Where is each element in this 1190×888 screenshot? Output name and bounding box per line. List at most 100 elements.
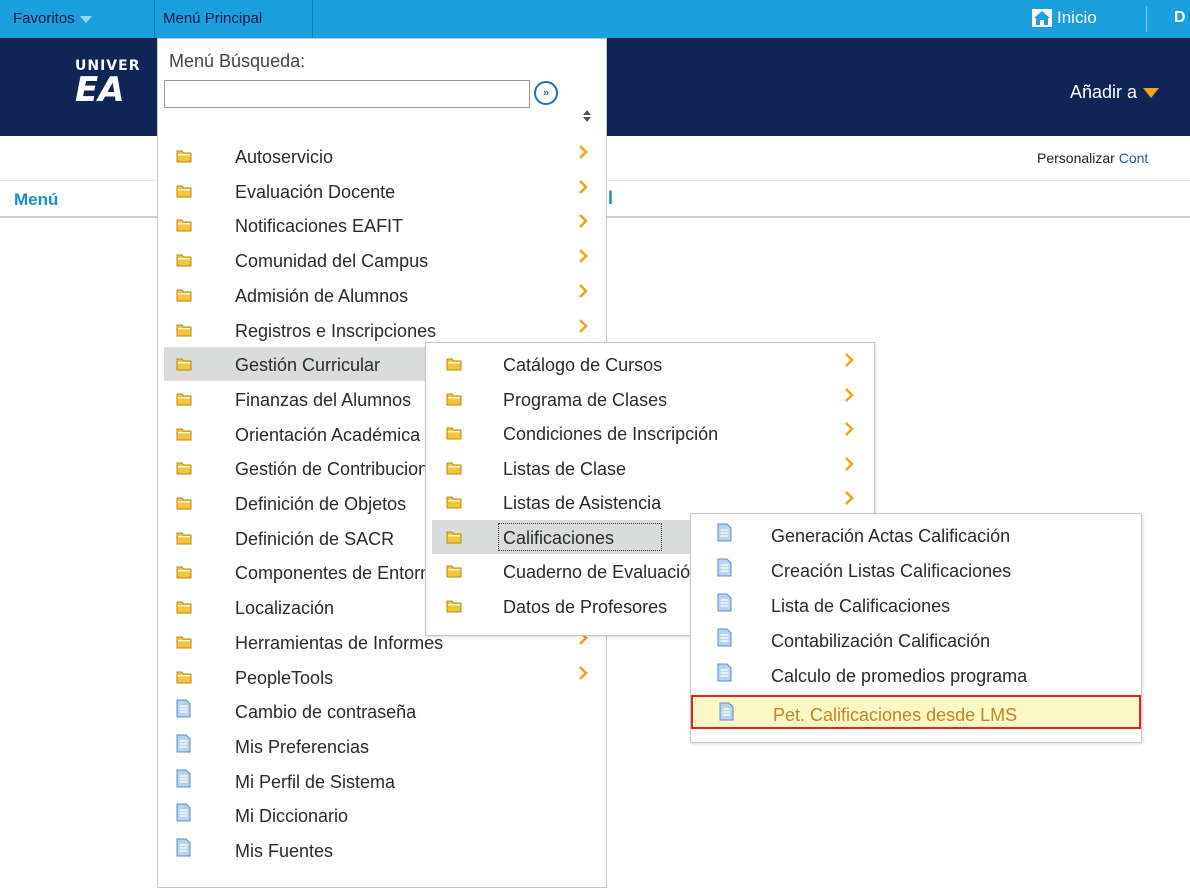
- menu-item-label: Definición de Objetos: [235, 494, 407, 514]
- pagelet-title-fragment: l: [608, 188, 614, 208]
- chevron-right-icon: [578, 318, 588, 339]
- menu-item-mis-preferencias[interactable]: Mis Preferencias: [164, 729, 600, 763]
- menu-item-label: Lista de Calificaciones: [771, 596, 951, 616]
- page-icon: [717, 593, 732, 617]
- university-logo: UNIVER EA: [75, 58, 140, 110]
- page-icon: [176, 769, 191, 793]
- folder-icon: [176, 216, 192, 237]
- menu-item-programa-de-clases[interactable]: Programa de Clases: [432, 382, 868, 416]
- menu-item-autoservicio[interactable]: Autoservicio: [164, 139, 600, 173]
- page-icon: [719, 702, 734, 726]
- page-icon: [717, 628, 732, 652]
- menu-item-creacion-listas-calificaciones[interactable]: Creación Listas Calificaciones: [697, 553, 1133, 587]
- menu-item-label: Mi Perfil de Sistema: [235, 771, 396, 792]
- menu-item-cambio-de-contrasena[interactable]: Cambio de contraseña: [164, 694, 600, 728]
- menu-item-pet-calificaciones-desde-lms[interactable]: Pet. Calificaciones desde LMS: [691, 695, 1141, 729]
- logo-text-bottom: EA: [75, 70, 125, 110]
- page-icon: [176, 734, 191, 758]
- folder-icon: [446, 528, 462, 549]
- page-icon: [717, 663, 732, 687]
- chevron-right-icon: [844, 387, 854, 408]
- menu-item-label: Mis Preferencias: [235, 736, 370, 757]
- page-icon: [176, 699, 191, 723]
- menu-item-label: Pet. Calificaciones desde LMS: [773, 705, 1018, 725]
- folder-icon: [446, 562, 462, 583]
- folder-icon: [446, 459, 462, 480]
- menu-item-label: Definición de SACR: [235, 528, 395, 549]
- folder-icon: [176, 182, 192, 203]
- menu-search-input[interactable]: [164, 80, 530, 108]
- chevron-right-icon: [578, 179, 588, 200]
- folder-icon: [176, 668, 192, 689]
- menu-item-label: Herramientas de Informes: [235, 632, 444, 653]
- chevron-right-icon: [578, 665, 588, 686]
- chevron-right-icon: [844, 456, 854, 477]
- home-label: Inicio: [1057, 8, 1097, 27]
- folder-icon: [446, 355, 462, 376]
- menu-item-generacion-actas-calificacion[interactable]: Generación Actas Calificación: [697, 518, 1133, 552]
- menu-item-label: Creación Listas Calificaciones: [771, 561, 1012, 581]
- add-to-menu[interactable]: Añadir a: [1070, 82, 1160, 103]
- folder-icon: [176, 598, 192, 619]
- chevron-right-icon: [844, 421, 854, 442]
- menu-item-label: Programa de Clases: [503, 389, 668, 410]
- menu-item-label: Condiciones de Inscripción: [503, 424, 719, 444]
- folder-icon: [176, 425, 192, 446]
- menu-item-evaluacion-docente[interactable]: Evaluación Docente: [164, 174, 600, 208]
- menu-item-mi-perfil-de-sistema[interactable]: Mi Perfil de Sistema: [164, 764, 600, 798]
- truncated-nav-item[interactable]: D: [1174, 9, 1186, 27]
- menu-item-label: Listas de Clase: [503, 458, 627, 479]
- menu-item-comunidad-del-campus[interactable]: Comunidad del Campus: [164, 243, 600, 277]
- home-link[interactable]: Inicio: [1032, 8, 1097, 28]
- menu-item-label: Gestión de Contribuciones: [235, 459, 425, 480]
- menu-item-catalogo-de-cursos[interactable]: Catálogo de Cursos: [432, 347, 868, 381]
- menu-item-label: Mi Diccionario: [235, 806, 349, 827]
- folder-icon: [176, 355, 192, 376]
- menu-item-contabilizacion-calificacion[interactable]: Contabilización Calificación: [697, 623, 1133, 657]
- sort-icon[interactable]: [582, 109, 592, 123]
- folder-icon: [176, 633, 192, 654]
- menu-item-label: Datos de Profesores: [503, 596, 668, 617]
- search-go-button[interactable]: »: [534, 81, 558, 105]
- chevron-right-icon: [844, 490, 854, 511]
- menu-item-mis-fuentes[interactable]: Mis Fuentes: [164, 833, 600, 867]
- favorites-menu[interactable]: Favoritos: [13, 10, 92, 27]
- folder-icon: [446, 390, 462, 411]
- personalize-label: Personalizar: [1037, 150, 1115, 166]
- folder-icon: [176, 459, 192, 480]
- menu-item-listas-de-clase[interactable]: Listas de Clase: [432, 451, 868, 485]
- folder-icon: [446, 493, 462, 514]
- menu-item-label: Localización: [235, 598, 335, 619]
- menu-item-condiciones-de-inscripcion[interactable]: Condiciones de Inscripción: [432, 416, 868, 450]
- folder-icon: [176, 147, 192, 168]
- main-menu-button[interactable]: Menú Principal: [163, 10, 262, 27]
- chevron-right-icon: [844, 352, 854, 373]
- menu-item-mi-diccionario[interactable]: Mi Diccionario: [164, 798, 600, 832]
- folder-icon: [176, 563, 192, 584]
- menu-item-label: Cuaderno de Evaluación: [503, 562, 691, 582]
- personalize-content-link[interactable]: Cont: [1119, 150, 1149, 166]
- focus-outline: [498, 522, 662, 551]
- folder-icon: [446, 424, 462, 445]
- menu-item-label: Mis Fuentes: [235, 841, 334, 861]
- folder-icon: [176, 494, 192, 515]
- menu-item-label: Registros e Inscripciones: [235, 320, 437, 341]
- menu-item-label: Notificaciones EAFIT: [235, 216, 404, 237]
- favorites-label: Favoritos: [13, 10, 75, 27]
- menu-item-label: Admisión de Alumnos: [235, 285, 409, 306]
- page-icon: [176, 803, 191, 827]
- page-icon: [717, 523, 732, 547]
- menu-item-label: PeopleTools: [235, 667, 334, 688]
- menu-item-peopletools[interactable]: PeopleTools: [164, 660, 600, 694]
- menu-search-label: Menú Búsqueda:: [169, 51, 306, 71]
- chevron-right-icon: [578, 248, 588, 269]
- folder-icon: [176, 321, 192, 342]
- menu-item-lista-de-calificaciones[interactable]: Lista de Calificaciones: [697, 588, 1133, 622]
- menu-item-admision-de-alumnos[interactable]: Admisión de Alumnos: [164, 278, 600, 312]
- menu-item-calculo-de-promedios-programa[interactable]: Calculo de promedios programa: [697, 658, 1133, 692]
- top-navigation-bar: Favoritos Menú Principal Inicio D: [0, 0, 1190, 38]
- calificaciones-submenu: Generación Actas Calificación Creación Li…: [690, 513, 1142, 743]
- folder-icon: [176, 251, 192, 272]
- menu-item-label: Orientación Académica: [235, 424, 421, 445]
- menu-item-notificaciones-eafit[interactable]: Notificaciones EAFIT: [164, 208, 600, 242]
